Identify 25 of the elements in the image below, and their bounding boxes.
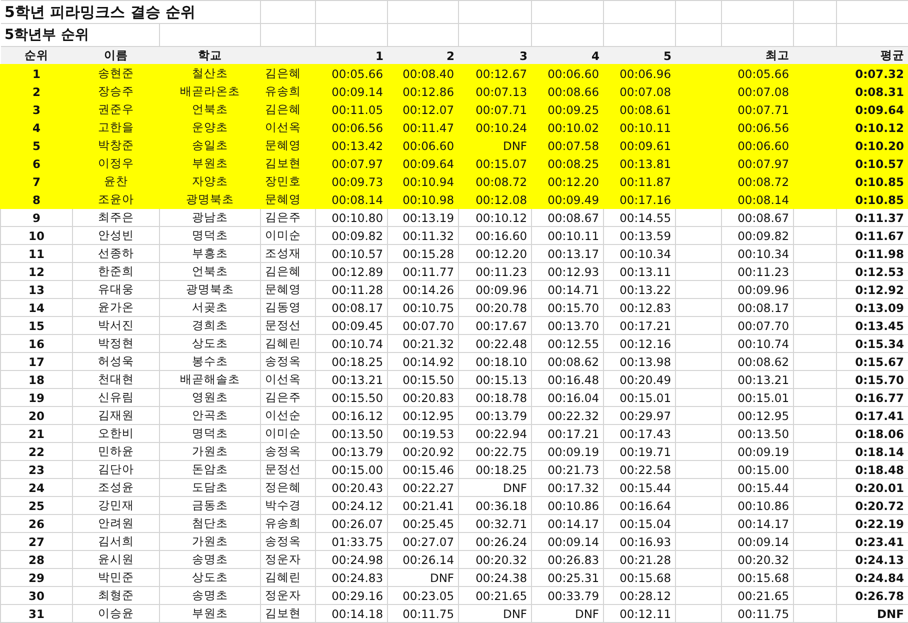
sheet-title: 5학년 피라밍크스 결승 순위 xyxy=(0,0,261,24)
table-cell: 송현준 xyxy=(72,64,160,82)
table-cell: 31 xyxy=(0,604,72,622)
table-cell: 00:11.75 xyxy=(388,604,459,622)
table-cell: 00:14.18 xyxy=(316,604,388,622)
column-header: 5 xyxy=(604,46,676,64)
column-header: 1 xyxy=(316,46,388,64)
table-cell: 00:11.75 xyxy=(722,604,794,622)
table-cell: 부원초 xyxy=(160,604,261,622)
table-cell: 1 xyxy=(0,64,72,82)
table-cell: 김보현 xyxy=(260,604,316,622)
column-header: 학교 xyxy=(160,46,261,64)
table-cell: DNF xyxy=(532,604,604,622)
column-header: 4 xyxy=(532,46,604,64)
column-header: 2 xyxy=(388,46,459,64)
table-cell: DNF xyxy=(458,604,532,622)
table-cell: 철산초 xyxy=(160,64,261,82)
column-header: 이름 xyxy=(72,46,160,64)
table-cell: 00:12.11 xyxy=(604,604,676,622)
column-header: 3 xyxy=(458,46,532,64)
table-cell: 이승윤 xyxy=(72,604,160,622)
column-header: 최고 xyxy=(722,46,794,64)
column-header: 평균 xyxy=(836,46,908,64)
table-cell: 00:12.67 xyxy=(458,64,532,82)
column-header: 순위 xyxy=(0,46,72,64)
